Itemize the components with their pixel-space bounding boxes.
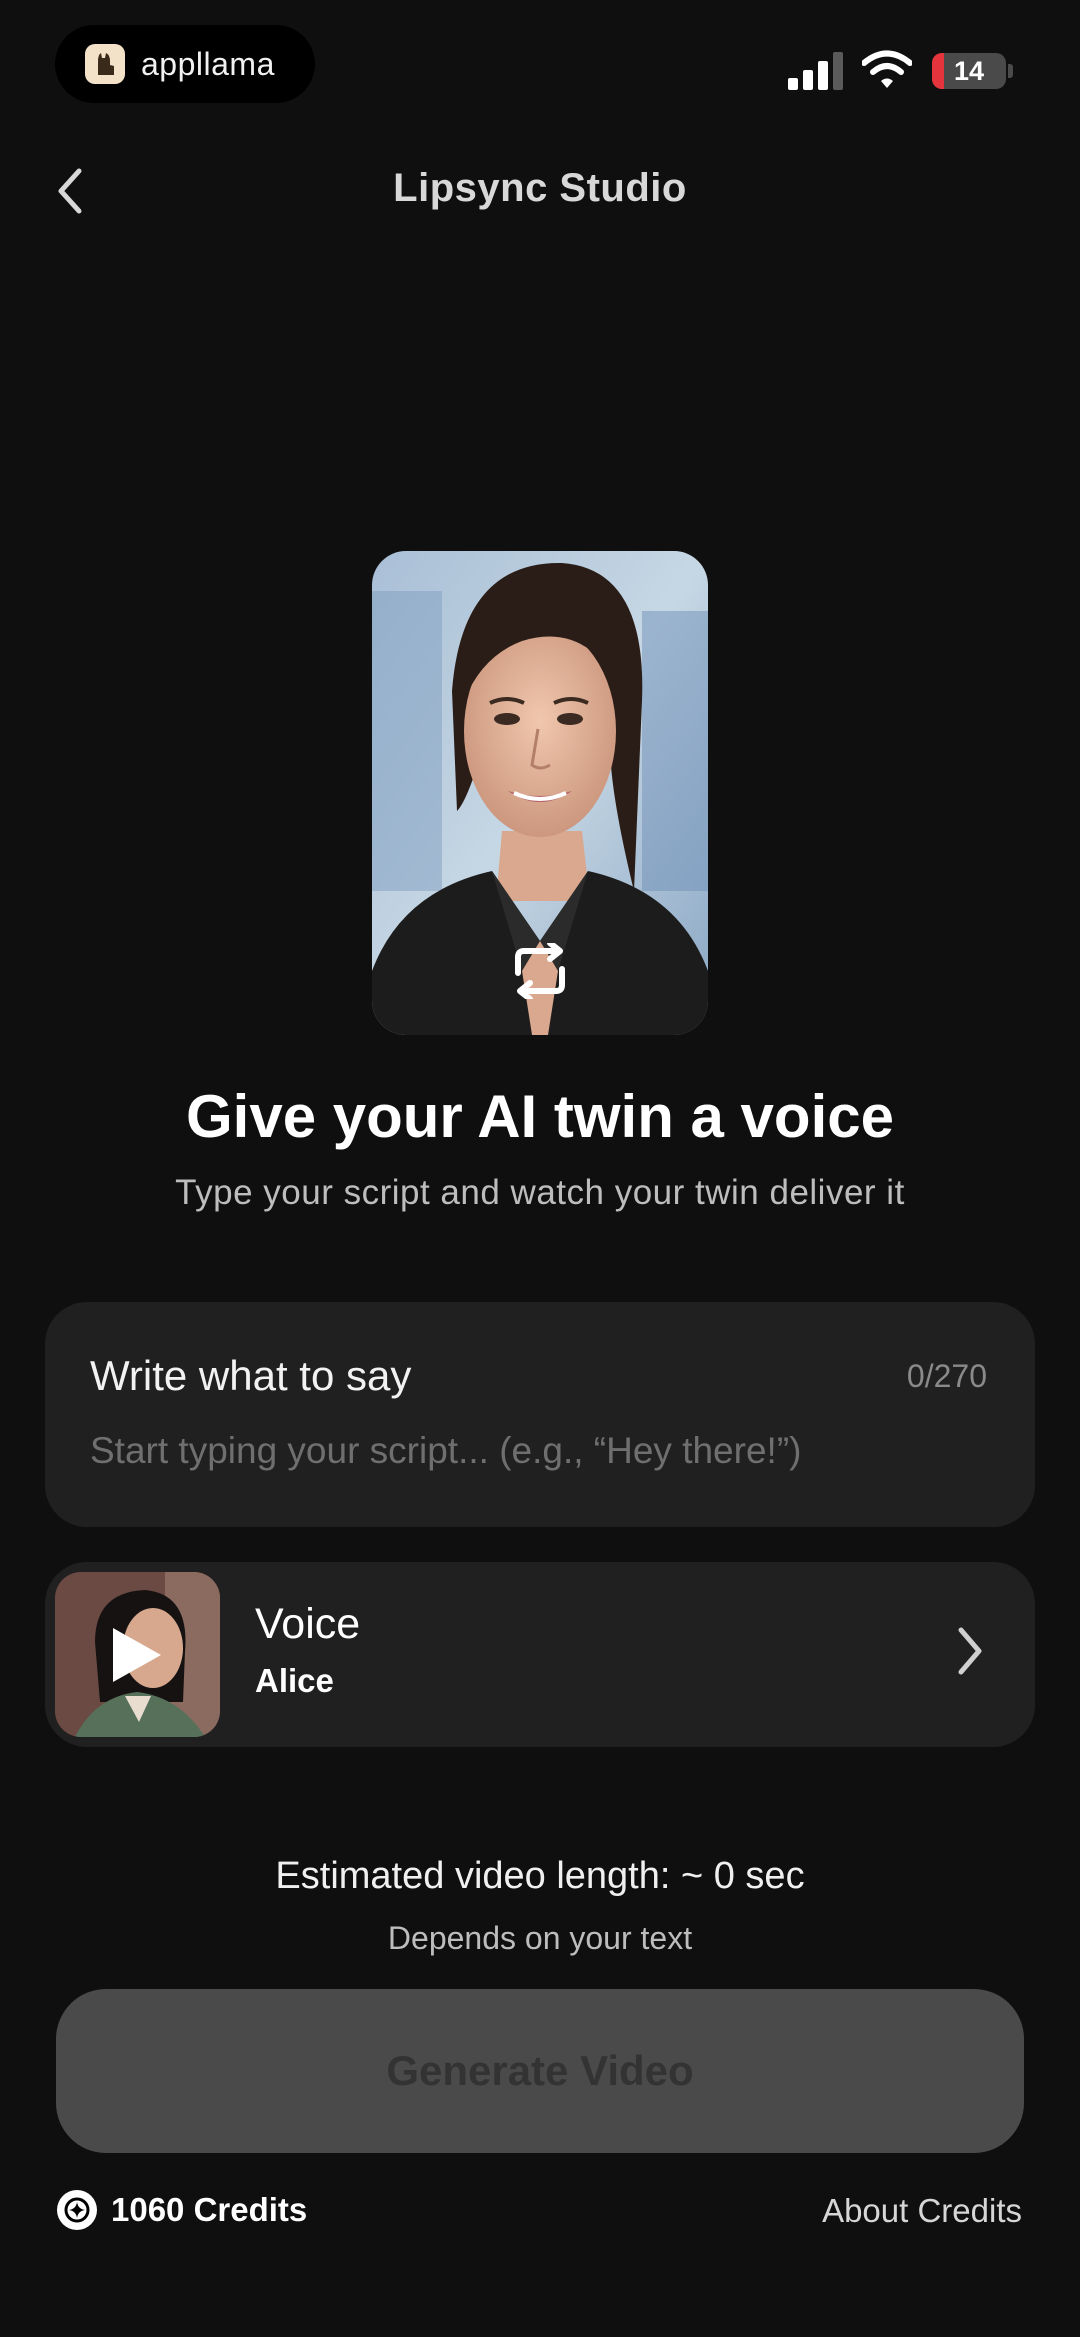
wifi-icon [862, 50, 912, 88]
script-card[interactable]: Write what to say 0/270 [45, 1302, 1035, 1527]
battery-cap [1008, 64, 1013, 78]
credits-count: 1060 Credits [111, 2191, 308, 2228]
cellular-signal-icon [788, 52, 843, 90]
estimated-length-note: Depends on your text [387, 1920, 693, 1956]
battery-level: 14 [953, 55, 985, 86]
script-input[interactable] [90, 1430, 990, 1472]
character-counter: 0/270 [906, 1358, 987, 1394]
swap-avatar-button[interactable] [504, 935, 576, 1007]
voice-preview-thumbnail[interactable] [55, 1572, 220, 1737]
brand-name: appllama [141, 45, 275, 82]
battery-indicator: 14 [932, 53, 1006, 89]
voice-selector[interactable]: Voice Alice [45, 1562, 1035, 1747]
repeat-icon [515, 943, 565, 999]
llama-logo-icon [85, 44, 125, 84]
generate-video-button[interactable]: Generate Video [56, 1989, 1024, 2153]
headline: Give your AI twin a voice [186, 1083, 894, 1150]
voice-label: Voice [255, 1600, 361, 1648]
credits-balance: 1060 Credits [57, 2190, 307, 2230]
estimated-length: Estimated video length: ~ 0 sec [275, 1855, 805, 1897]
subheadline: Type your script and watch your twin del… [175, 1173, 905, 1212]
voice-name: Alice [255, 1662, 334, 1699]
page-title: Lipsync Studio [393, 166, 687, 210]
ai-twin-avatar-image[interactable] [372, 551, 708, 1035]
credits-icon [57, 2190, 97, 2230]
brand-badge: appllama [55, 25, 315, 103]
play-icon[interactable] [109, 1624, 165, 1686]
script-label: Write what to say [90, 1352, 412, 1399]
about-credits-link[interactable]: About Credits [822, 2192, 1022, 2230]
chevron-right-icon [958, 1627, 982, 1675]
